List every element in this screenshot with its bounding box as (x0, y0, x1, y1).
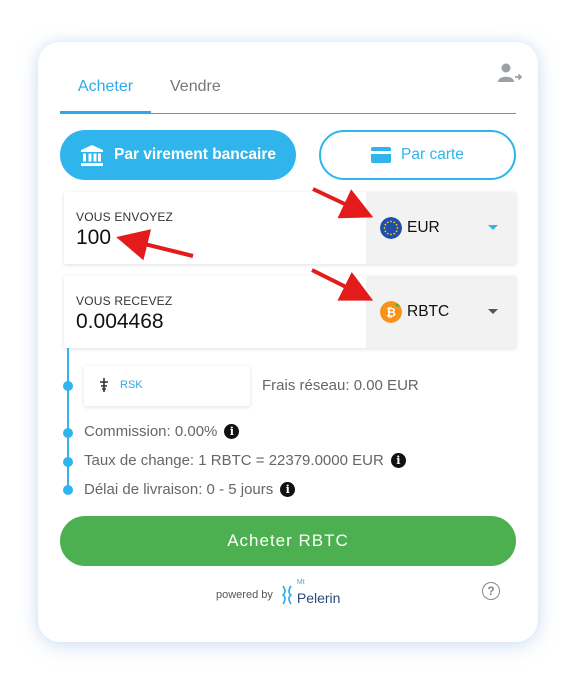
svg-text:₿: ₿ (386, 306, 396, 320)
timeline-dot (63, 428, 73, 438)
exchange-rate-text: Taux de change: 1 RBTC = 22379.0000 EUR (84, 452, 384, 469)
receive-amount-value[interactable]: 0.004468 (76, 310, 172, 334)
network-fee: Frais réseau: 0.00 EUR (262, 377, 419, 394)
user-account-icon[interactable] (498, 62, 522, 84)
bank-icon (81, 145, 103, 166)
info-icon[interactable]: i (390, 453, 406, 468)
brand-name-text: Pelerin (296, 589, 341, 606)
timeline-dot (63, 381, 73, 391)
eur-flag-icon (380, 217, 402, 239)
commission-line: Commission: 0.00% i (84, 423, 240, 440)
timeline-line (67, 348, 69, 494)
receive-amount-row: VOUS RECEVEZ 0.004468 ₿ RBTC (64, 276, 516, 348)
bank-transfer-label: Par virement bancaire (114, 146, 276, 163)
send-label: VOUS ENVOYEZ (76, 210, 174, 224)
network-select[interactable]: RSK (84, 366, 250, 406)
exchange-rate-line: Taux de change: 1 RBTC = 22379.0000 EUR … (84, 452, 406, 469)
info-icon[interactable]: i (280, 482, 296, 497)
help-icon[interactable]: ? (482, 582, 500, 600)
chevron-down-icon (488, 225, 498, 230)
widget-card: Acheter Vendre Par virement bancaire Par… (38, 42, 538, 642)
commission-text: Commission: 0.00% (84, 423, 218, 440)
card-payment-button[interactable]: Par carte (319, 130, 516, 180)
footer: powered by Mt Pelerin (216, 579, 341, 610)
send-amount-input[interactable]: 100 (76, 226, 173, 250)
chevron-down-icon (488, 309, 498, 314)
receive-currency-code: RBTC (407, 303, 450, 320)
brand-mt-text: Mt (296, 579, 305, 586)
info-icon[interactable]: i (224, 424, 240, 439)
receive-currency-select[interactable]: ₿ RBTC (366, 276, 516, 348)
receive-amount-group: VOUS RECEVEZ 0.004468 (76, 294, 172, 334)
send-currency-code: EUR (407, 219, 440, 236)
timeline-dot (63, 457, 73, 467)
delivery-line: Délai de livraison: 0 - 5 jours i (84, 481, 296, 498)
pelerin-logo-icon (281, 585, 293, 605)
powered-by-text: powered by (216, 589, 273, 601)
send-currency-select[interactable]: EUR (366, 192, 516, 264)
rsk-network-icon (100, 378, 108, 392)
tab-buy[interactable]: Acheter (60, 78, 151, 114)
bank-transfer-button[interactable]: Par virement bancaire (60, 130, 296, 180)
rbtc-coin-icon: ₿ (380, 301, 402, 323)
credit-card-icon (371, 147, 392, 163)
network-name: RSK (120, 379, 143, 391)
send-amount-group: VOUS ENVOYEZ 100 (76, 210, 173, 250)
send-amount-row: VOUS ENVOYEZ 100 EUR (64, 192, 516, 264)
receive-label: VOUS RECEVEZ (76, 294, 173, 308)
timeline-dot (63, 485, 73, 495)
delivery-text: Délai de livraison: 0 - 5 jours (84, 481, 274, 498)
mt-pelerin-logo[interactable]: Mt Pelerin (280, 579, 341, 606)
tab-bar: Acheter Vendre (60, 68, 516, 114)
tab-sell[interactable]: Vendre (170, 78, 221, 96)
buy-button[interactable]: Acheter RBTC (60, 516, 516, 566)
card-payment-label: Par carte (401, 146, 464, 163)
